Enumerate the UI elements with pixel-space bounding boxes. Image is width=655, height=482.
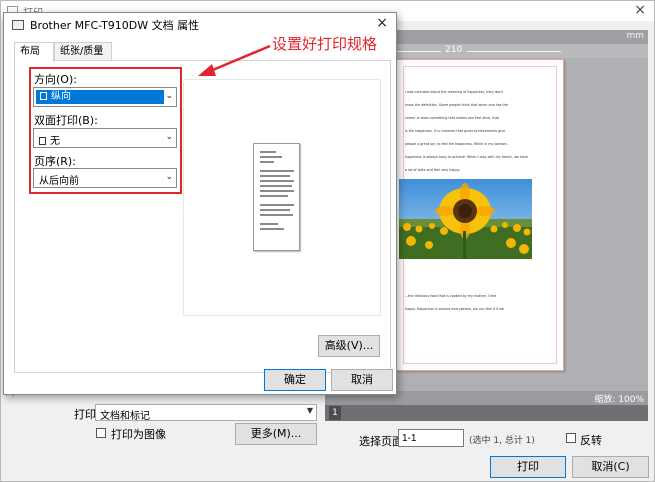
preview-text-line bbox=[260, 228, 284, 230]
print-what-value: 文档和标记 bbox=[100, 411, 150, 422]
preview-text-line bbox=[260, 161, 274, 163]
page-thumbnail-1[interactable]: 1 bbox=[329, 406, 341, 420]
preview-text-line bbox=[260, 214, 293, 216]
page-thumbnail-strip: 1 bbox=[325, 405, 648, 421]
ok-button[interactable]: 确定 bbox=[264, 369, 326, 391]
tab-paper-quality[interactable]: 纸张/质量 bbox=[54, 42, 112, 61]
layout-preview-page bbox=[253, 143, 300, 251]
preview-text-line bbox=[260, 151, 276, 153]
chevron-down-icon: ▼ bbox=[306, 406, 313, 415]
preview-text-line bbox=[260, 223, 278, 225]
page-text-line: ...the delicious food that is cooked by … bbox=[405, 294, 497, 298]
preview-text-line bbox=[260, 190, 294, 192]
page-range-input[interactable] bbox=[398, 429, 464, 447]
page-text-line: know the definition. Some people think t… bbox=[405, 103, 508, 107]
print-as-image-label: 打印为图像 bbox=[111, 428, 166, 441]
ruler-line-right bbox=[467, 51, 561, 52]
preview-text-line bbox=[260, 204, 294, 206]
reverse-label: 反转 bbox=[580, 434, 602, 447]
print-as-image-checkbox[interactable] bbox=[96, 428, 106, 438]
printer-icon bbox=[12, 20, 24, 30]
tab-layout[interactable]: 布局 bbox=[14, 42, 54, 62]
page-text-line: career or does something that makes one … bbox=[405, 116, 499, 120]
annotation-arrow-icon bbox=[198, 44, 271, 76]
highlight-box bbox=[29, 67, 182, 194]
preview-text-line bbox=[260, 209, 290, 211]
print-what-select[interactable]: 文档和标记 ▼ bbox=[95, 404, 317, 422]
reverse-checkbox[interactable] bbox=[566, 433, 576, 443]
page-text-line: is the happiness. It is common that grea… bbox=[405, 129, 506, 133]
print-window-close-button[interactable]: × bbox=[634, 2, 646, 18]
print-cancel-button[interactable]: 取消(C) bbox=[572, 456, 649, 478]
dialog-close-button[interactable]: × bbox=[376, 15, 388, 31]
page-text-line: happiness is always easy to achieve: Whe… bbox=[405, 155, 528, 159]
page-text-line: people a great joy; to feel the happines… bbox=[405, 142, 508, 146]
annotation-text: 设置好打印规格 bbox=[272, 35, 378, 53]
preview-text-line bbox=[260, 175, 290, 177]
preview-text-line bbox=[260, 180, 294, 182]
page-text-line: a lot of talks and feel very happy. bbox=[405, 168, 461, 172]
print-button[interactable]: 打印 bbox=[490, 456, 566, 478]
more-button[interactable]: 更多(M)... bbox=[235, 423, 317, 445]
dialog-title: Brother MFC-T910DW 文档 属性 bbox=[30, 19, 200, 32]
sunflower-photo bbox=[399, 179, 532, 259]
preview-text-line bbox=[260, 156, 282, 158]
page-text-line: happy. Happiness is around everywhere, w… bbox=[405, 307, 504, 311]
dialog-cancel-button[interactable]: 取消 bbox=[331, 369, 393, 391]
print-what-label: 打印 bbox=[74, 408, 96, 421]
zoom-label: 缩放: 100% bbox=[594, 395, 644, 405]
ruler-number: 210 bbox=[445, 45, 463, 55]
preview-text-line bbox=[260, 195, 288, 197]
page-select-hint: (选中 1, 总计 1) bbox=[469, 436, 535, 446]
advanced-button[interactable]: 高级(V)... bbox=[318, 335, 380, 357]
page-text-line: I was confused about the meaning of happ… bbox=[405, 90, 503, 94]
preview-text-line bbox=[260, 185, 292, 187]
ruler-line-left bbox=[397, 51, 441, 52]
unit-label: mm bbox=[626, 31, 644, 41]
preview-text-line bbox=[260, 170, 294, 172]
